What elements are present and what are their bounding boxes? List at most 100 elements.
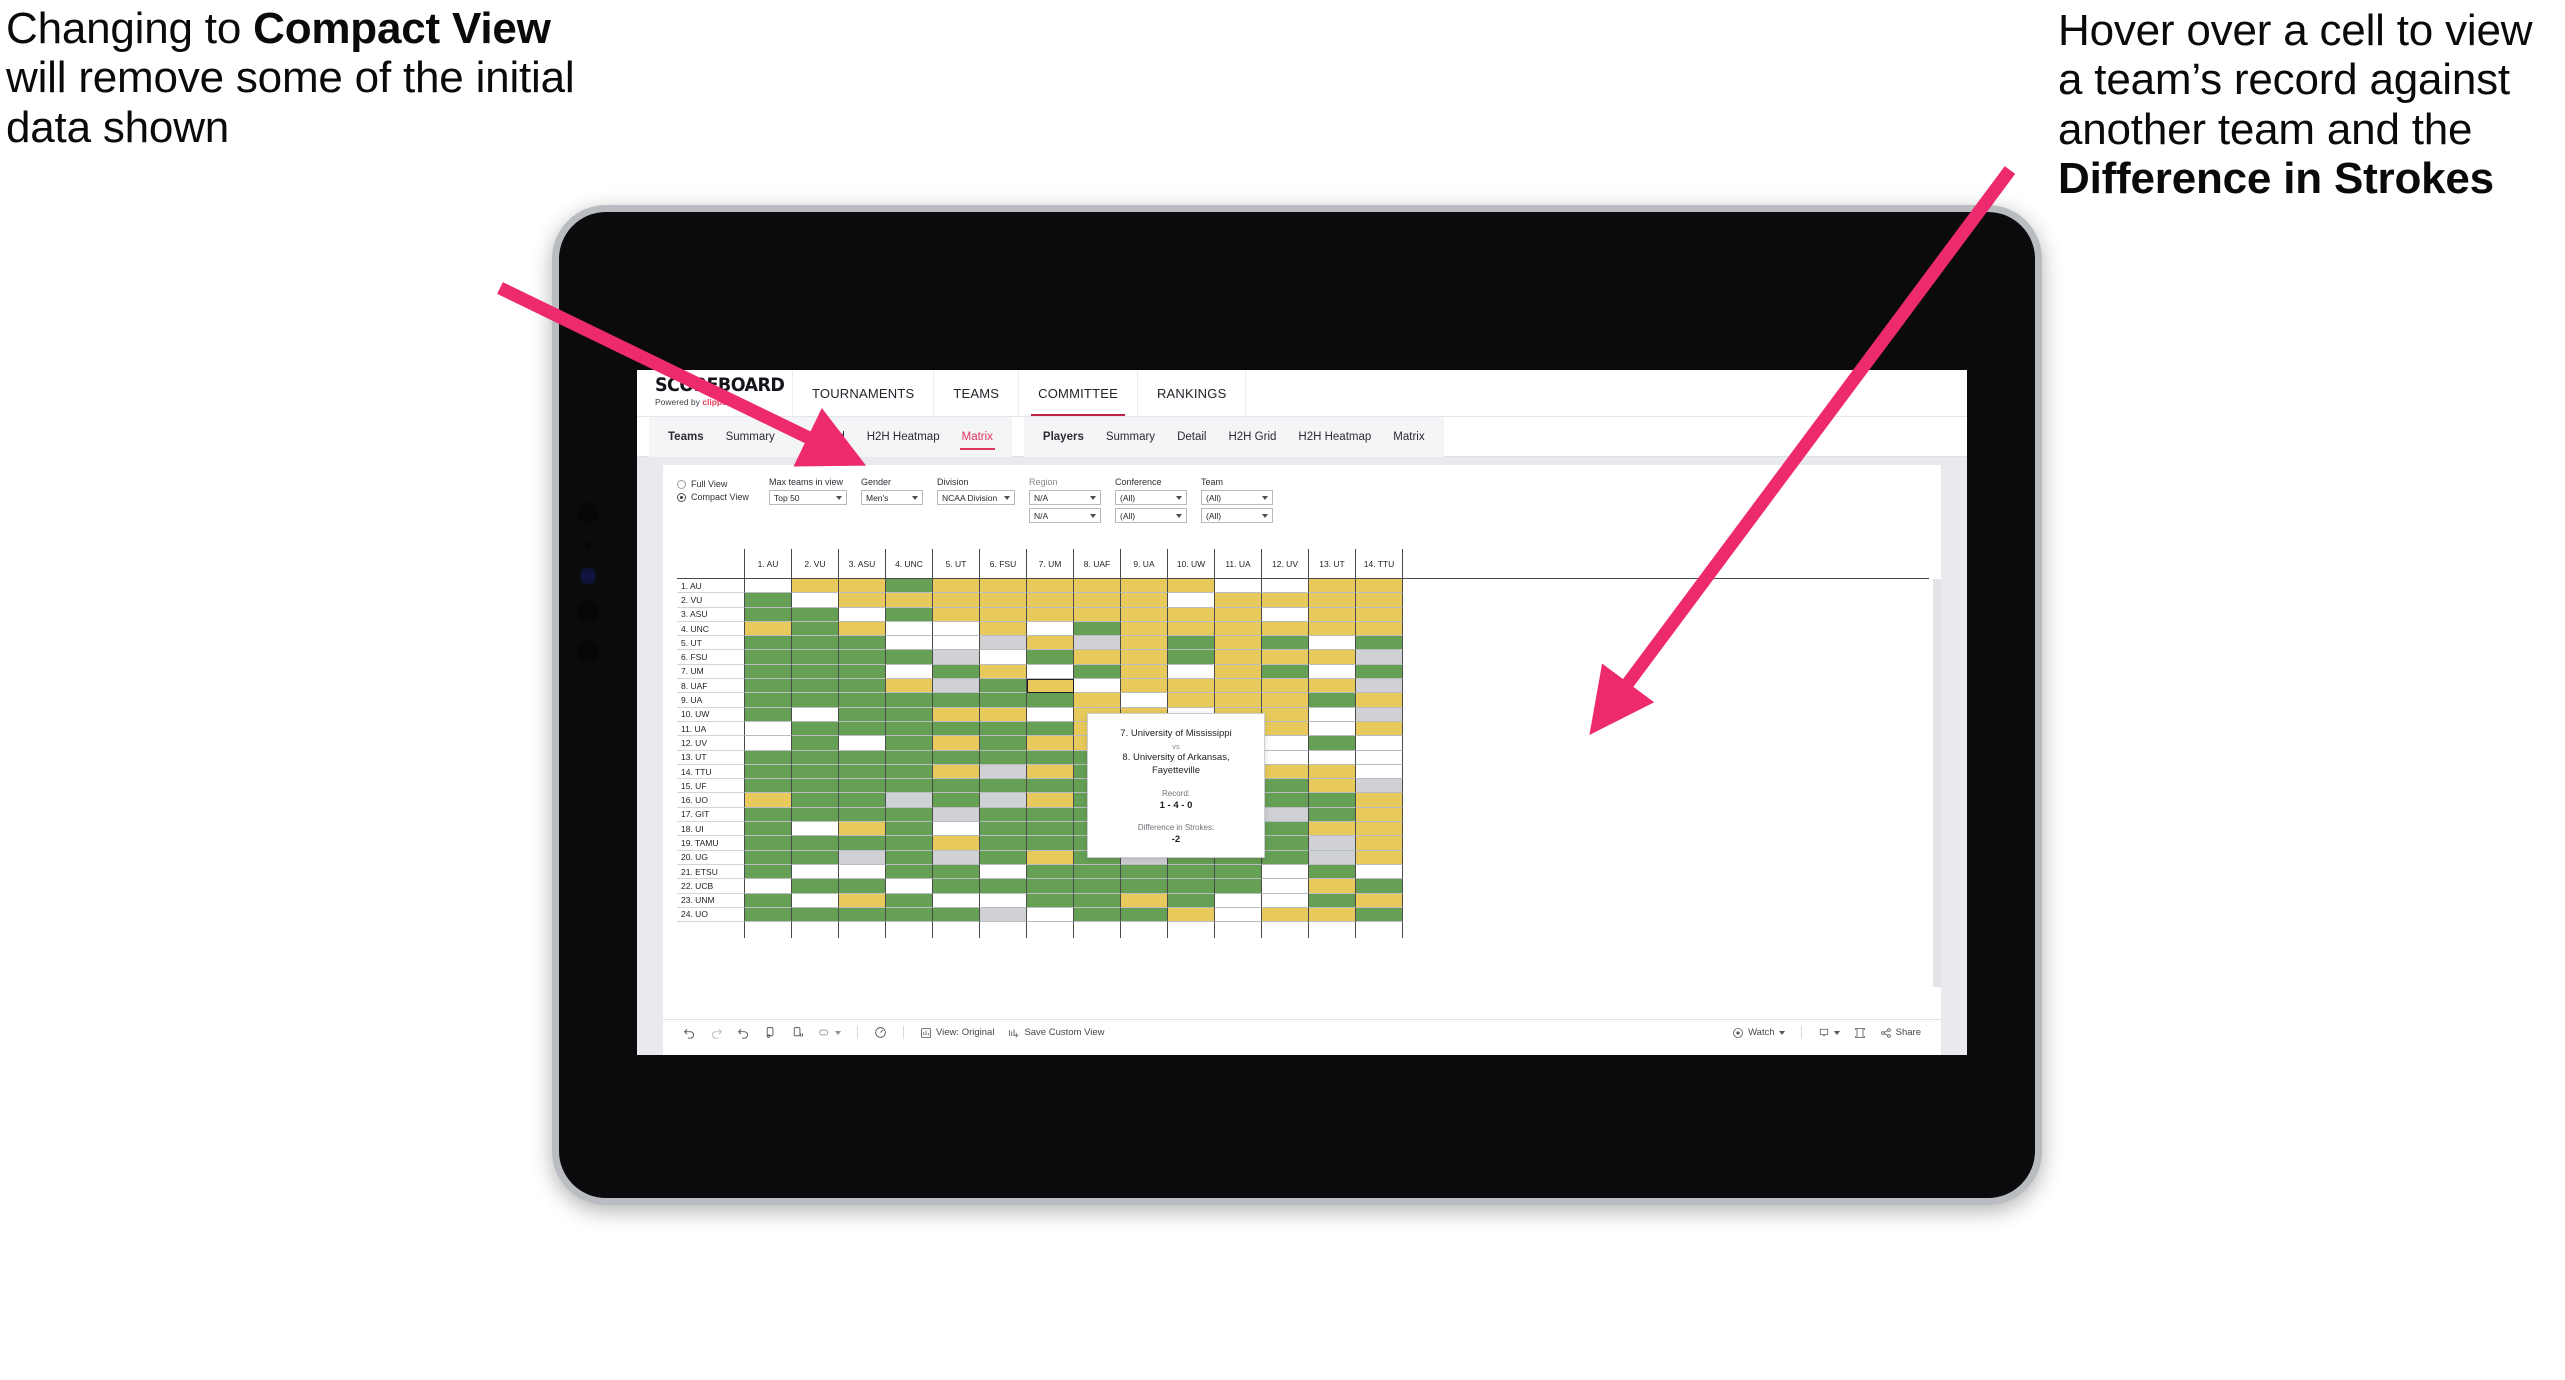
matrix-cell[interactable] <box>1262 707 1309 722</box>
matrix-cell[interactable] <box>792 593 839 608</box>
matrix-cell[interactable] <box>839 864 886 880</box>
filter-select-gender[interactable]: Men's <box>861 490 923 505</box>
matrix-row-label[interactable]: 10. UW <box>677 707 745 722</box>
matrix-cell[interactable] <box>839 707 886 722</box>
matrix-cell[interactable] <box>1309 764 1356 780</box>
top-nav-item-tournaments[interactable]: TOURNAMENTS <box>793 370 935 416</box>
matrix-cell[interactable] <box>792 650 839 665</box>
matrix-cell[interactable] <box>1356 707 1403 722</box>
matrix-cell[interactable] <box>1356 607 1403 622</box>
matrix-cell[interactable] <box>1215 679 1262 694</box>
matrix-cell[interactable] <box>745 707 792 722</box>
matrix-cell[interactable] <box>980 879 1027 894</box>
matrix-cell[interactable] <box>1074 636 1121 651</box>
matrix-cell[interactable] <box>933 864 980 880</box>
sub-nav-teams-summary[interactable]: Summary <box>715 417 786 457</box>
matrix-column-header[interactable]: 12. UV <box>1262 549 1309 578</box>
matrix-cell[interactable] <box>1356 907 1403 923</box>
matrix-cell[interactable] <box>1309 721 1356 737</box>
matrix-cell[interactable] <box>1168 579 1215 594</box>
matrix-cell[interactable] <box>1356 864 1403 880</box>
matrix-cell[interactable] <box>1215 664 1262 680</box>
sub-nav-players-h2h-heatmap[interactable]: H2H Heatmap <box>1287 417 1382 457</box>
matrix-row-label[interactable]: 23. UNM <box>677 893 745 908</box>
matrix-cell[interactable] <box>1121 679 1168 694</box>
matrix-cell[interactable] <box>1262 836 1309 851</box>
matrix-cell[interactable] <box>1356 836 1403 851</box>
matrix-cell[interactable] <box>886 607 933 622</box>
matrix-cell[interactable] <box>1356 850 1403 865</box>
matrix-cell[interactable] <box>745 793 792 808</box>
matrix-cell[interactable] <box>792 879 839 894</box>
matrix-row-label[interactable]: 3. ASU <box>677 607 745 622</box>
matrix-cell[interactable] <box>933 636 980 651</box>
matrix-cell[interactable] <box>1027 850 1074 865</box>
matrix-cell[interactable] <box>1121 636 1168 651</box>
radio-button-icon[interactable] <box>677 479 686 489</box>
chevron-down-icon[interactable] <box>1176 513 1182 518</box>
matrix-cell[interactable] <box>1356 679 1403 694</box>
matrix-cell[interactable] <box>886 893 933 908</box>
matrix-cell[interactable] <box>1121 864 1168 880</box>
matrix-cell[interactable] <box>792 864 839 880</box>
matrix-cell[interactable] <box>933 693 980 708</box>
matrix-cell[interactable] <box>1074 879 1121 894</box>
matrix-cell[interactable] <box>1168 607 1215 622</box>
chevron-down-icon[interactable] <box>1090 513 1096 518</box>
matrix-cell[interactable] <box>792 579 839 594</box>
matrix-cell[interactable] <box>1168 879 1215 894</box>
matrix-cell[interactable] <box>1356 621 1403 637</box>
radio-button-icon[interactable] <box>677 492 686 502</box>
chevron-down-icon[interactable] <box>1262 513 1268 518</box>
matrix-cell[interactable] <box>839 607 886 622</box>
matrix-cell[interactable] <box>1356 693 1403 708</box>
matrix-cell[interactable] <box>933 807 980 823</box>
radio-compact-view[interactable]: Compact View <box>677 492 769 502</box>
matrix-cell[interactable] <box>980 636 1027 651</box>
matrix-column-header[interactable]: 5. UT <box>933 549 980 578</box>
matrix-cell[interactable] <box>933 793 980 808</box>
matrix-cell[interactable] <box>792 764 839 780</box>
matrix-cell[interactable] <box>792 679 839 694</box>
matrix-column-header[interactable]: 3. ASU <box>839 549 886 578</box>
matrix-cell[interactable] <box>745 879 792 894</box>
matrix-column-header[interactable]: 7. UM <box>1027 549 1074 578</box>
matrix-cell[interactable] <box>792 664 839 680</box>
matrix-cell[interactable] <box>745 907 792 923</box>
matrix-cell[interactable] <box>886 593 933 608</box>
matrix-cell[interactable] <box>1074 693 1121 708</box>
matrix-cell[interactable] <box>1074 579 1121 594</box>
matrix-column-header[interactable]: 6. FSU <box>980 549 1027 578</box>
top-nav-item-committee[interactable]: COMMITTEE <box>1019 370 1138 416</box>
matrix-cell[interactable] <box>839 650 886 665</box>
chevron-down-icon[interactable] <box>1090 495 1096 500</box>
matrix-cell[interactable] <box>1356 750 1403 765</box>
matrix-row-label[interactable]: 8. UAF <box>677 679 745 694</box>
matrix-cell[interactable] <box>1121 607 1168 622</box>
watch-button[interactable]: Watch <box>1726 1027 1791 1039</box>
matrix-cell[interactable] <box>933 579 980 594</box>
matrix-cell[interactable] <box>1356 593 1403 608</box>
matrix-cell[interactable] <box>1309 807 1356 823</box>
sub-nav-teams-teams[interactable]: Teams <box>657 417 715 457</box>
matrix-cell[interactable] <box>1121 621 1168 637</box>
matrix-cell[interactable] <box>792 836 839 851</box>
matrix-cell[interactable] <box>886 693 933 708</box>
matrix-cell[interactable] <box>745 621 792 637</box>
matrix-cell[interactable] <box>839 907 886 923</box>
matrix-cell[interactable] <box>792 721 839 737</box>
matrix-cell[interactable] <box>792 636 839 651</box>
matrix-cell[interactable] <box>1356 807 1403 823</box>
matrix-cell[interactable] <box>933 736 980 751</box>
matrix-cell[interactable] <box>980 721 1027 737</box>
matrix-cell[interactable] <box>1356 736 1403 751</box>
matrix-cell[interactable] <box>886 864 933 880</box>
matrix-cell[interactable] <box>1027 879 1074 894</box>
matrix-cell[interactable] <box>1309 893 1356 908</box>
matrix-cell[interactable] <box>933 750 980 765</box>
matrix-cell[interactable] <box>1215 636 1262 651</box>
matrix-cell[interactable] <box>933 621 980 637</box>
matrix-cell[interactable] <box>980 579 1027 594</box>
matrix-cell[interactable] <box>1309 750 1356 765</box>
matrix-row-label[interactable]: 19. TAMU <box>677 836 745 851</box>
